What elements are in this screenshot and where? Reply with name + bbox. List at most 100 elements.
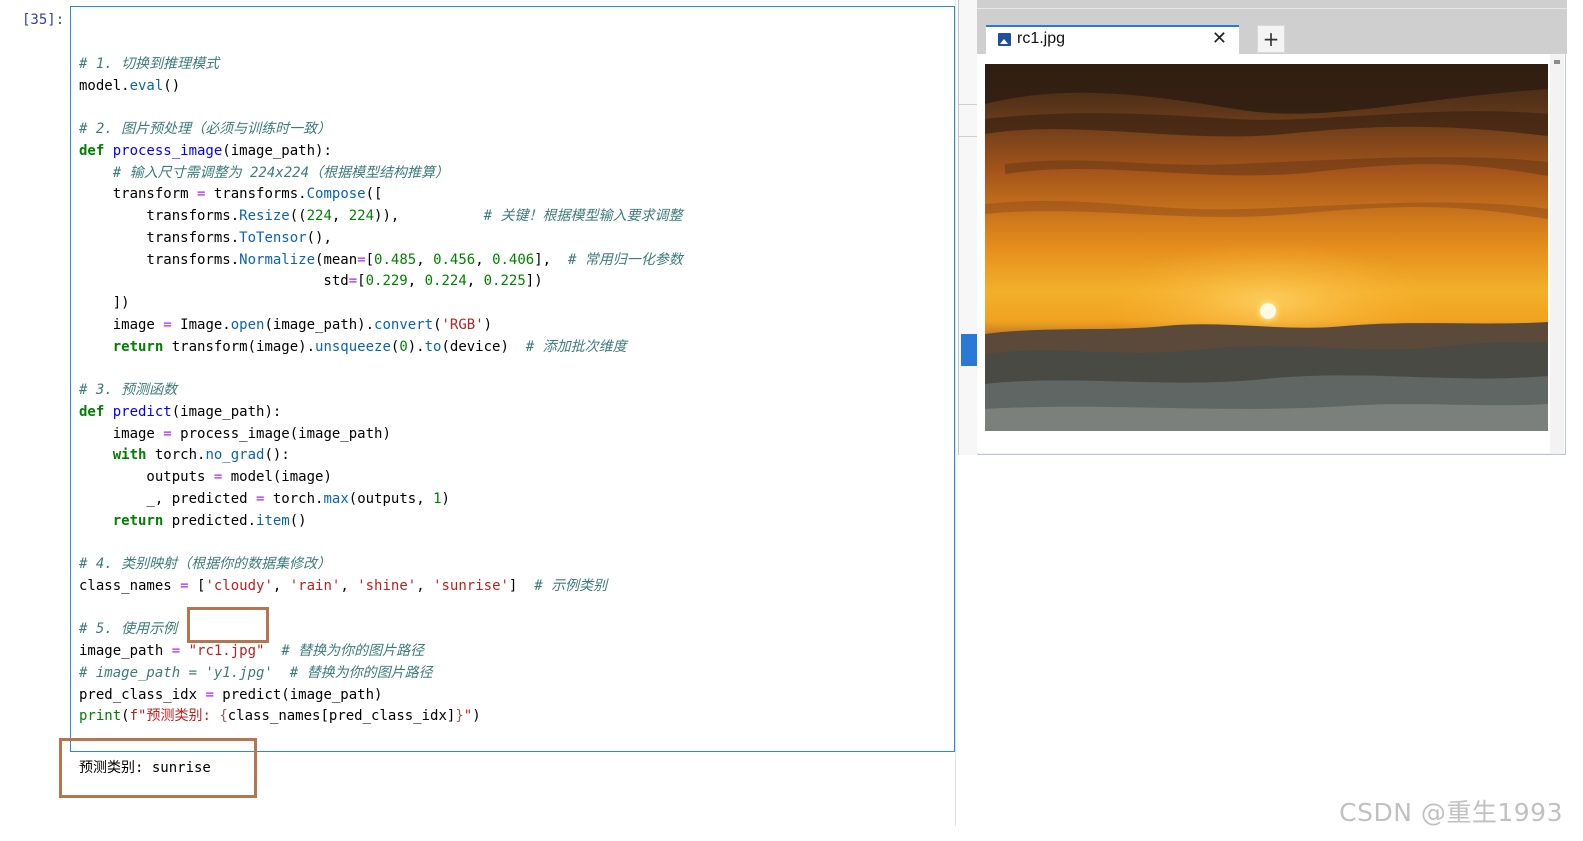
- code-token: model(image): [222, 469, 332, 485]
- code-token: transforms.: [79, 208, 240, 224]
- code-token: 'cloudy': [205, 577, 273, 594]
- code-line: def process_image(image_path):: [79, 141, 683, 163]
- code-token: 224: [306, 208, 332, 224]
- code-token: # image_path = 'y1.jpg' # 替换为你的图片路径: [79, 664, 433, 681]
- code-token: torch.: [264, 490, 324, 507]
- scrollbar-arrow[interactable]: [1554, 60, 1560, 64]
- code-line: std=[0.229, 0.224, 0.225]): [79, 271, 683, 293]
- code-token: # 示例类别: [534, 577, 608, 594]
- code-token: # 添加批次维度: [525, 338, 627, 355]
- code-token: =: [357, 251, 366, 268]
- code-token: =: [180, 577, 189, 594]
- code-token: ():: [264, 447, 290, 464]
- code-token: ToTensor: [239, 229, 307, 246]
- code-token: 1: [433, 490, 442, 507]
- code-token: ): [483, 316, 493, 333]
- code-token: convert: [374, 316, 434, 333]
- code-token: (mean: [315, 251, 358, 268]
- code-token: ): [472, 708, 481, 725]
- code-line: model.eval(): [79, 76, 683, 98]
- code-token: 0: [399, 338, 408, 355]
- code-token: ": [463, 708, 473, 725]
- code-token: # 常用归一化参数: [567, 251, 683, 268]
- code-line: image = process_image(image_path): [79, 424, 683, 446]
- code-token: predicted.: [163, 512, 257, 529]
- code-token: 'RGB': [441, 316, 484, 333]
- strip-divider: [959, 104, 977, 105]
- code-token: ([: [365, 186, 383, 203]
- code-token: (device): [441, 338, 526, 355]
- code-token: (image_path).: [264, 316, 375, 333]
- code-token: ,: [466, 273, 484, 290]
- code-token: item: [256, 512, 290, 529]
- code-line: # 3. 预测函数: [79, 380, 683, 402]
- code-line: return transform(image).unsqueeze(0).to(…: [79, 337, 683, 359]
- code-token: ,: [407, 273, 425, 290]
- code-token: (image_path):: [222, 142, 332, 159]
- code-token: torch.: [146, 447, 206, 464]
- code-line: # 5. 使用示例: [79, 619, 683, 641]
- code-token: outputs: [79, 469, 214, 485]
- code-token: 224: [348, 208, 375, 224]
- code-token: 0.224: [424, 273, 467, 290]
- code-token: process_image(image_path): [171, 425, 391, 442]
- code-token: std: [79, 273, 349, 290]
- code-token: ,: [331, 208, 349, 224]
- code-token: image: [79, 425, 164, 442]
- code-line: def predict(image_path):: [79, 402, 683, 424]
- code-token: [: [357, 273, 366, 290]
- tab-title: rc1.jpg: [1017, 30, 1066, 47]
- code-token: ]): [79, 295, 130, 311]
- code-line: _, predicted = torch.max(outputs, 1): [79, 489, 683, 511]
- code-token: Resize: [239, 208, 290, 224]
- code-line: # 输入尺寸需调整为 224x224（根据模型结构推算）: [79, 163, 683, 185]
- code-token: print: [79, 708, 122, 725]
- code-token: transform: [79, 186, 198, 203]
- code-token: transform(image).: [163, 338, 316, 355]
- code-token: (image_path):: [171, 403, 282, 420]
- code-token: # 3. 预测函数: [79, 382, 178, 398]
- vertical-scrollbar[interactable]: [1550, 54, 1564, 453]
- code-token: no_grad: [205, 447, 265, 464]
- code-token: # 4. 类别映射（根据你的数据集修改）: [79, 556, 332, 572]
- strip-selection-marker: [961, 334, 977, 366]
- code-token: unsqueeze: [315, 338, 391, 355]
- code-line: # 1. 切换到推理模式: [79, 54, 683, 76]
- code-token: # 2. 图片预处理（必须与训练时一致）: [79, 121, 332, 137]
- code-line: image_path = "rc1.jpg" # 替换为你的图片路径: [79, 641, 683, 663]
- code-line: return predicted.item(): [79, 511, 683, 533]
- code-line: ]): [79, 293, 683, 315]
- code-token: Normalize: [239, 251, 316, 268]
- code-token: =: [171, 643, 181, 659]
- code-token: [: [365, 251, 375, 268]
- tab-rc1[interactable]: rc1.jpg ✕: [986, 25, 1239, 55]
- notebook-panel: [35]: # 1. 切换到推理模式 model.eval() # 2. 图片预处理…: [0, 0, 956, 826]
- new-tab-button[interactable]: +: [1257, 25, 1285, 53]
- code-token: class_names: [79, 577, 181, 594]
- code-token: ,: [416, 577, 434, 594]
- code-line: transform = transforms.Compose([: [79, 184, 683, 206]
- code-token: 'sunrise': [433, 577, 509, 594]
- code-token: class_names[pred_class_idx]: [227, 708, 456, 725]
- code-token: _, predicted: [79, 490, 257, 507]
- code-line: # 4. 类别映射（根据你的数据集修改）: [79, 554, 683, 576]
- close-icon[interactable]: ✕: [1212, 28, 1227, 49]
- code-token: ): [441, 490, 450, 507]
- output-highlight-box: [59, 738, 257, 798]
- code-token: # 输入尺寸需调整为 224x224（根据模型结构推算）: [112, 164, 450, 181]
- code-token: image: [79, 316, 164, 333]
- code-token: 'shine': [357, 577, 417, 594]
- code-token: ,: [416, 251, 434, 268]
- code-block[interactable]: # 1. 切换到推理模式 model.eval() # 2. 图片预处理（必须与训练…: [79, 32, 683, 728]
- code-token: (),: [306, 229, 332, 246]
- cell-prompt: [35]:: [22, 12, 65, 28]
- code-token: "rc1.jpg": [188, 643, 265, 659]
- code-token: predict: [112, 403, 172, 420]
- code-token: ((: [289, 208, 307, 224]
